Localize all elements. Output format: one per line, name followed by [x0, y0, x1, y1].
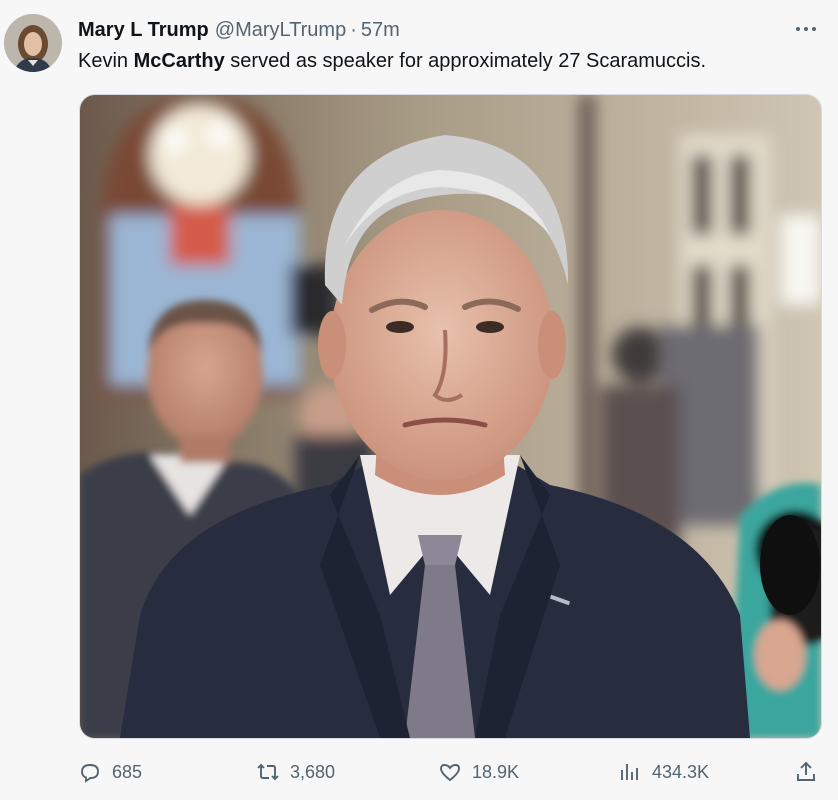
retweet-icon [257, 763, 279, 781]
author-name[interactable]: Mary L Trump [78, 19, 209, 42]
reply-icon [81, 764, 99, 783]
avatar-image [4, 14, 62, 72]
tweet-text-bold: McCarthy [133, 50, 225, 72]
views-button[interactable]: 434.3K [618, 756, 709, 788]
tweet-header: Mary L Trump @MaryLTrump · 57m [78, 16, 838, 44]
retweet-count: 3,680 [290, 761, 336, 782]
reply-count: 685 [112, 761, 143, 782]
heart-icon [440, 764, 460, 782]
tweet-photo[interactable] [79, 94, 822, 739]
photo-image [80, 95, 821, 738]
author-avatar[interactable] [4, 14, 62, 72]
tweet-text-part: served as speaker for approximately 27 S… [224, 50, 707, 72]
tweet-text: Kevin McCarthy served as speaker for app… [78, 48, 828, 74]
share-icon [797, 761, 815, 781]
tweet-text-part: Kevin [78, 50, 134, 72]
views-count: 434.3K [652, 761, 710, 782]
reply-button[interactable]: 685 [78, 756, 142, 788]
author-handle[interactable]: @MaryLTrump [215, 19, 346, 42]
more-options-icon[interactable] [792, 18, 820, 40]
tweet-actions: 685 3,680 18.9K 434.3K [78, 756, 820, 788]
tweet-timestamp[interactable]: 57m [361, 19, 400, 42]
like-button[interactable]: 18.9K [438, 756, 519, 788]
share-button[interactable] [794, 756, 828, 788]
like-count: 18.9K [472, 761, 520, 782]
retweet-button[interactable]: 3,680 [256, 756, 335, 788]
views-chart-icon [621, 764, 638, 780]
header-separator: · [350, 18, 357, 41]
